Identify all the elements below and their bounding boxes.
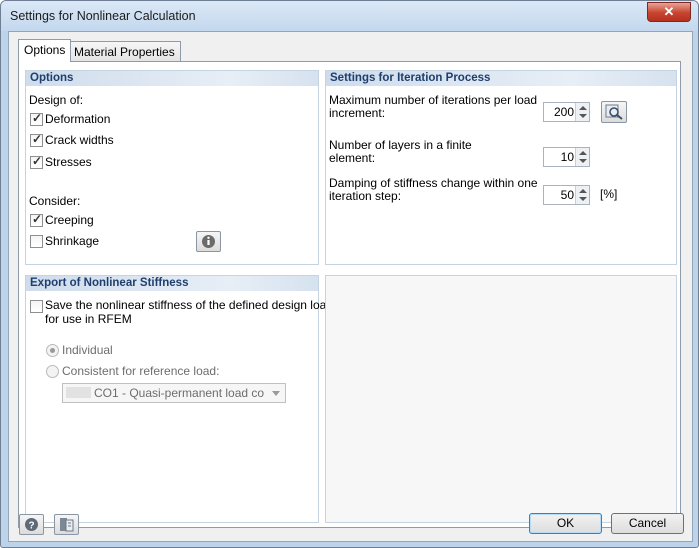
layers-stepper[interactable]: 10 <box>543 147 590 167</box>
reference-load-value: CO1 - Quasi-permanent load combination <box>94 386 264 400</box>
damping-label: Damping of stiffness change within one <box>329 176 538 190</box>
radio-selected-dot <box>50 348 55 353</box>
spin-up-icon[interactable] <box>579 189 587 193</box>
tab-material-properties[interactable]: Material Properties <box>68 41 181 62</box>
iteration-group-title: Settings for Iteration Process <box>326 71 676 86</box>
check-mark-icon: ✓ <box>32 154 43 168</box>
export-group-title: Export of Nonlinear Stiffness <box>26 276 318 291</box>
consistent-radio[interactable] <box>46 365 59 378</box>
units-icon <box>60 518 74 532</box>
save-stiffness-label: Save the nonlinear stiffness of the defi… <box>45 298 347 312</box>
cancel-button[interactable]: Cancel <box>611 513 684 534</box>
dialog-window: Settings for Nonlinear Calculation ✕ Opt… <box>0 0 699 548</box>
dialog-client-area: Options Material Properties Options Desi… <box>8 31 693 542</box>
units-button[interactable] <box>54 514 79 535</box>
check-mark-icon: ✓ <box>32 212 43 226</box>
damping-stepper[interactable]: 50 <box>543 185 590 205</box>
consider-label: Consider: <box>29 194 81 208</box>
max-iterations-label: Maximum number of iterations per load <box>329 93 538 107</box>
tab-options[interactable]: Options <box>18 39 72 62</box>
creeping-label: Creeping <box>45 213 94 227</box>
options-group: Options Design of: ✓ Deformation ✓ Crack… <box>25 70 319 265</box>
damping-label-cont: iteration step: <box>329 189 402 203</box>
info-icon <box>202 235 215 248</box>
tab-panel-options: Options Design of: ✓ Deformation ✓ Crack… <box>18 61 681 528</box>
spin-arrows[interactable] <box>575 148 589 166</box>
shrinkage-info-button[interactable] <box>196 231 221 252</box>
individual-label: Individual <box>62 343 113 357</box>
individual-radio[interactable] <box>46 344 59 357</box>
options-group-title: Options <box>26 71 318 86</box>
spin-down-icon[interactable] <box>579 197 587 201</box>
max-iterations-label-cont: increment: <box>329 106 386 120</box>
svg-text:?: ? <box>28 521 34 532</box>
title-bar: Settings for Nonlinear Calculation ✕ <box>1 1 698 31</box>
spin-down-icon[interactable] <box>579 159 587 163</box>
export-stiffness-group: Export of Nonlinear Stiffness Save the n… <box>25 275 347 523</box>
spin-arrows[interactable] <box>575 103 589 121</box>
spin-arrows[interactable] <box>575 186 589 204</box>
empty-info-panel <box>325 275 677 523</box>
spin-down-icon[interactable] <box>579 114 587 118</box>
check-mark-icon: ✓ <box>32 111 43 125</box>
layers-value: 10 <box>560 150 574 164</box>
iteration-settings-group: Settings for Iteration Process Maximum n… <box>325 70 677 265</box>
creeping-checkbox[interactable]: ✓ <box>30 212 43 227</box>
max-iterations-stepper[interactable]: 200 <box>543 102 590 122</box>
spin-up-icon[interactable] <box>579 151 587 155</box>
close-button[interactable]: ✕ <box>647 2 691 22</box>
consistent-label: Consistent for reference load: <box>62 364 220 378</box>
layers-label-cont: element: <box>329 151 376 165</box>
iteration-details-button[interactable] <box>601 101 627 123</box>
save-nonlinear-stiffness-checkbox[interactable] <box>30 300 43 313</box>
layers-label: Number of layers in a finite <box>329 138 472 152</box>
ok-button[interactable]: OK <box>529 513 602 534</box>
load-color-swatch <box>66 387 91 398</box>
damping-unit: [%] <box>600 187 618 201</box>
shrinkage-checkbox[interactable] <box>30 235 43 248</box>
crack-widths-checkbox[interactable]: ✓ <box>30 132 43 147</box>
deformation-label: Deformation <box>45 112 111 126</box>
design-of-label: Design of: <box>29 93 84 107</box>
magnifier-chart-icon <box>605 104 623 120</box>
stresses-checkbox[interactable]: ✓ <box>30 154 43 169</box>
spin-up-icon[interactable] <box>579 106 587 110</box>
deformation-checkbox[interactable]: ✓ <box>30 111 43 126</box>
stresses-label: Stresses <box>45 155 92 169</box>
damping-value: 50 <box>560 188 574 202</box>
shrinkage-label: Shrinkage <box>45 234 100 248</box>
help-button[interactable]: ? <box>19 514 44 535</box>
chevron-down-icon[interactable] <box>272 391 280 396</box>
save-stiffness-label-cont: for use in RFEM <box>45 312 132 326</box>
help-icon: ? <box>25 518 38 532</box>
crack-widths-label: Crack widths <box>45 133 114 147</box>
window-title: Settings for Nonlinear Calculation <box>10 9 196 23</box>
max-iterations-value: 200 <box>553 105 574 119</box>
reference-load-select[interactable]: CO1 - Quasi-permanent load combination <box>62 383 286 403</box>
check-mark-icon: ✓ <box>32 132 43 146</box>
